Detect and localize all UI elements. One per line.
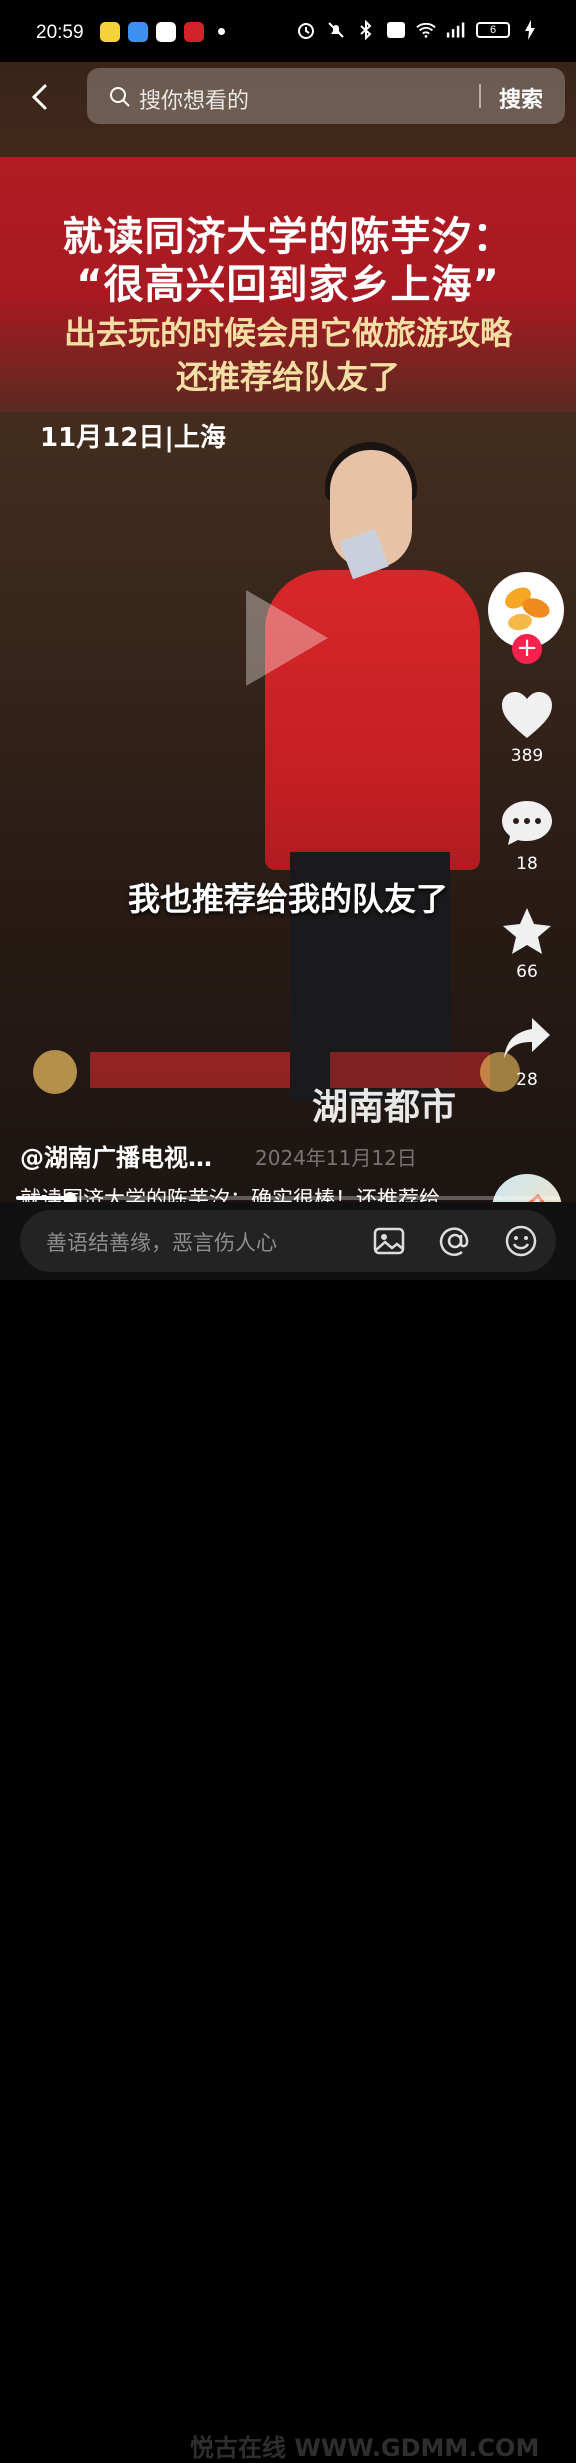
mute-icon [326, 20, 346, 40]
share-count: 28 [516, 1070, 538, 1090]
bottom-bar: 善语结善缘，恶言伤人心 悦古在线 WWW.GDMM.COM [0, 1202, 576, 2462]
alarm-icon [296, 20, 316, 40]
notification-icons [100, 22, 204, 42]
smiley-icon [505, 1225, 537, 1257]
bluetooth-icon [356, 20, 376, 40]
status-time: 20:59 [36, 22, 84, 43]
comment-placeholder: 善语结善缘，恶言伤人心 [46, 1231, 277, 1255]
app-notification-icon [184, 22, 204, 42]
share-arrow-icon [504, 1018, 550, 1058]
comment-icon [502, 801, 552, 845]
comment-button[interactable]: 18 [488, 798, 566, 874]
status-bar: 20:59 6 [0, 0, 576, 62]
play-icon[interactable] [246, 590, 328, 686]
emoji-button[interactable] [504, 1224, 538, 1258]
search-icon [109, 86, 131, 112]
search-bar[interactable]: 搜你想看的 搜索 [87, 68, 565, 124]
at-icon [439, 1227, 469, 1256]
battery-icon: 6 [476, 22, 510, 38]
headline-line-3: 出去玩的时候会用它做旅游攻略 [63, 314, 512, 352]
signal-icon [446, 20, 466, 40]
mention-button[interactable] [438, 1224, 472, 1258]
headline-line-2: “很高兴回到家乡上海” [76, 262, 500, 308]
post-date: 2024年11月12日 [255, 1146, 417, 1170]
site-watermark: 悦古在线 WWW.GDMM.COM [190, 2434, 540, 2462]
star-icon [503, 908, 551, 954]
image-button[interactable] [372, 1224, 406, 1258]
search-button[interactable]: 搜索 [499, 82, 543, 114]
top-bar: 搜你想看的 搜索 [0, 62, 576, 142]
hd-icon [386, 20, 406, 40]
search-input[interactable]: 搜你想看的 [139, 83, 249, 115]
chevron-left-icon [31, 84, 47, 110]
favorite-count: 66 [516, 962, 538, 982]
charging-icon [520, 20, 540, 40]
video-dateline: 11月12日|上海 [40, 423, 226, 453]
author-name[interactable]: @湖南广播电视… [20, 1138, 212, 1173]
progress-fill [16, 1196, 71, 1200]
back-button[interactable] [26, 82, 56, 112]
search-divider [479, 84, 481, 108]
wifi-icon [416, 20, 436, 40]
comment-count: 18 [516, 854, 538, 874]
comment-input[interactable]: 善语结善缘，恶言伤人心 [20, 1210, 556, 1272]
like-button[interactable]: 389 [488, 690, 566, 766]
favorite-button[interactable]: 66 [488, 906, 566, 982]
heart-icon [502, 692, 552, 738]
app-notification-icon [156, 22, 176, 42]
video-player[interactable]: 搜你想看的 搜索 就读同济大学的陈芋汐： “很高兴回到家乡上海” 出去玩的时候会… [0, 62, 576, 1202]
image-icon [373, 1227, 405, 1255]
headline-line-4: 还推荐给队友了 [175, 358, 400, 396]
follow-button[interactable]: + [512, 634, 542, 664]
like-count: 389 [510, 746, 544, 766]
broadcaster-logo: 湖南都市 [312, 1087, 457, 1128]
app-notification-icon [128, 22, 148, 42]
more-notifications-dot [218, 28, 225, 35]
app-notification-icon [100, 22, 120, 42]
share-button[interactable]: 28 [488, 1014, 566, 1090]
video-progress-bar[interactable] [16, 1192, 560, 1204]
